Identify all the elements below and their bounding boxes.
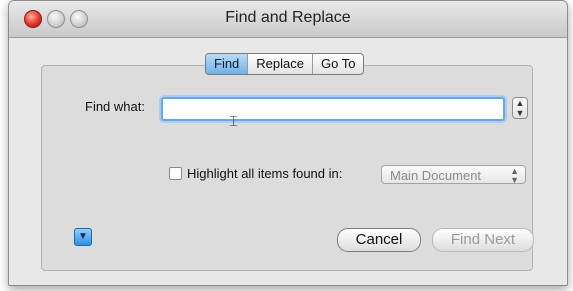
disclosure-triangle-icon[interactable]: ▼: [74, 228, 92, 246]
text-cursor-icon: ⌶: [229, 113, 239, 130]
highlight-label: Highlight all items found in:: [187, 166, 343, 181]
find-what-label: Find what:: [85, 99, 145, 114]
window-title: Find and Replace: [225, 9, 351, 26]
popup-arrows-icon: ▲ ▼: [510, 166, 519, 185]
find-next-button[interactable]: Find Next: [432, 228, 534, 252]
highlight-checkbox[interactable]: [169, 167, 182, 180]
highlight-scope-popup[interactable]: Main Document ▲ ▼: [381, 165, 526, 185]
find-history-stepper[interactable]: ▲ ▼: [512, 97, 528, 119]
tab-go-to[interactable]: Go To: [312, 54, 363, 74]
cancel-button[interactable]: Cancel: [337, 228, 421, 252]
tab-find[interactable]: Find: [206, 54, 248, 74]
find-what-input[interactable]: [161, 97, 505, 121]
tab-replace[interactable]: Replace: [247, 54, 312, 74]
title-bar: Find and Replace: [9, 1, 567, 38]
segmented-tabs: Find Replace Go To: [205, 53, 365, 75]
highlight-scope-value: Main Document: [390, 168, 482, 183]
find-replace-window: Find and Replace Find Replace Go To Find…: [8, 0, 568, 286]
